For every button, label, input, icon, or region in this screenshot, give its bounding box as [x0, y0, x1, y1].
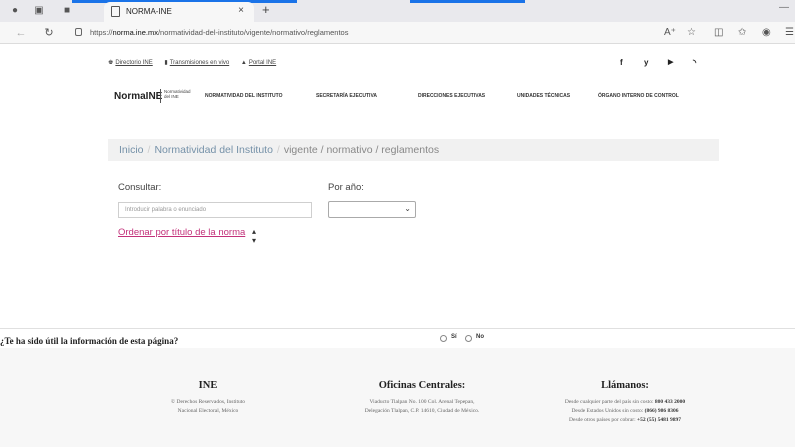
profile-icon[interactable]: ● — [8, 4, 22, 18]
breadcrumb-current: vigente / normativo / reglamentos — [283, 144, 440, 156]
logo-subtitle: Normatividad del INE — [164, 89, 191, 99]
overlay-link-line — [410, 0, 525, 3]
minimize-icon[interactable]: — — [779, 2, 789, 13]
footer-call-text: Desde cualquier parte del país sin costo… — [564, 399, 655, 405]
nav-normatividad-instituto[interactable]: NORMATIVIDAD DEL INSTITUTO — [205, 93, 283, 99]
footer-offices-line: Delegación Tlalpan, C.P. 14610, Ciudad d… — [364, 408, 480, 414]
footer-call-text: Desde otros países por cobrar: — [569, 417, 638, 423]
site-logo[interactable]: NormaINE — [114, 91, 162, 102]
sort-icon[interactable]: ▴ ▾ — [252, 227, 256, 245]
tab-close-button[interactable]: × — [238, 5, 244, 16]
url-path: /normatividad-del-instituto/vigente/norm… — [157, 28, 349, 37]
feedback-bar: ¿Te ha sido útil la información de esta … — [0, 328, 795, 348]
search-input[interactable]: Introducir palabra o enunciado — [118, 202, 312, 218]
phone-number[interactable]: 800 433 2000 — [655, 399, 685, 405]
directorio-link[interactable]: Directorio INE — [115, 60, 152, 66]
url-prefix: https:// — [90, 28, 113, 37]
year-select[interactable]: ⌄ — [328, 201, 416, 218]
footer-offices-title: Oficinas Centrales: — [378, 380, 466, 391]
url-host: norma.ine.mx — [112, 28, 158, 37]
year-label: Por año: — [328, 182, 364, 193]
collections-icon[interactable]: ◉ — [762, 27, 771, 39]
copilot-icon[interactable]: ☰ — [785, 27, 794, 39]
footer-call-text: Desde Estados Unidos sin costo: — [571, 408, 645, 414]
youtube-icon[interactable]: ▶ — [668, 58, 673, 66]
live-stream-icon: ▮ — [164, 60, 168, 66]
browser-toolbar: ← ↻ https://norma.ine.mx/normatividad-de… — [0, 22, 795, 44]
footer-offices-line: Viaducto Tlalpan No. 100 Col. Arenal Tep… — [369, 399, 475, 405]
new-tab-button[interactable]: + — [262, 2, 270, 17]
read-aloud-icon[interactable]: A⁺ — [664, 27, 676, 39]
phone-number[interactable]: (866) 986 8306 — [645, 408, 679, 414]
browser-tab[interactable]: NORMA-INE × — [104, 2, 254, 22]
feedback-no-radio[interactable] — [465, 335, 472, 342]
breadcrumb-home[interactable]: Inicio — [119, 144, 144, 156]
favorites-icon[interactable]: ✩ — [738, 27, 746, 39]
browser-tab-bar: ● ▣ ■ NORMA-INE × + — — [0, 0, 795, 22]
footer-call-line: Desde otros países por cobrar: +52 (55) … — [510, 416, 740, 425]
nav-direcciones-ejecutivas[interactable]: DIRECCIONES EJECUTIVAS — [418, 93, 485, 99]
utility-links: ♚ Directorio INE ▮ Transmisiones en vivo ▲… — [108, 59, 286, 66]
footer-ine: INE © Derechos Reservados, Instituto Nac… — [93, 380, 323, 416]
twitter-icon[interactable]: y — [644, 58, 648, 67]
portal-link[interactable]: Portal INE — [249, 60, 276, 66]
tab-title: NORMA-INE — [126, 7, 172, 16]
footer-call-title: Llámanos: — [601, 380, 649, 391]
favorite-icon[interactable]: ☆ — [687, 27, 696, 39]
feedback-yes-radio[interactable] — [440, 335, 447, 342]
footer-ine-title: INE — [198, 380, 218, 391]
address-bar[interactable]: https://norma.ine.mx/normatividad-del-in… — [90, 28, 348, 37]
refresh-icon[interactable]: ↻ — [42, 26, 56, 40]
breadcrumb-separator: / — [147, 144, 151, 156]
footer-call: Llámanos: Desde cualquier parte del país… — [510, 380, 740, 425]
feedback-no-label: No — [476, 334, 484, 340]
document-icon — [111, 6, 120, 17]
back-icon[interactable]: ← — [14, 26, 28, 40]
footer-call-line: Desde Estados Unidos sin costo: (866) 98… — [510, 407, 740, 416]
lock-icon[interactable] — [75, 28, 82, 36]
split-screen-icon[interactable]: ◫ — [714, 27, 723, 39]
footer-call-line: Desde cualquier parte del país sin costo… — [510, 398, 740, 407]
logo-divider — [160, 89, 161, 103]
directory-icon: ♚ — [108, 60, 114, 66]
portal-icon: ▲ — [240, 60, 247, 66]
nav-organo-interno[interactable]: ÓRGANO INTERNO DE CONTROL — [598, 93, 679, 99]
feedback-question: ¿Te ha sido útil la información de esta … — [0, 336, 179, 346]
breadcrumb-section[interactable]: Normatividad del Instituto — [154, 144, 272, 156]
workspaces-icon[interactable]: ▣ — [32, 4, 46, 18]
query-label: Consultar: — [118, 182, 162, 193]
transmisiones-link[interactable]: Transmisiones en vivo — [170, 60, 229, 66]
nav-unidades-tecnicas[interactable]: UNIDADES TÉCNICAS — [517, 93, 570, 99]
footer-offices: Oficinas Centrales: Viaducto Tlalpan No.… — [307, 380, 537, 416]
rss-icon[interactable]: ◝ — [693, 58, 696, 67]
nav-secretaria-ejecutiva[interactable]: SECRETARÍA EJECUTIVA — [316, 93, 377, 99]
breadcrumb: Inicio / Normatividad del Instituto / vigent… — [108, 139, 719, 161]
footer-ine-line: Nacional Electoral, México — [177, 408, 239, 414]
site-footer: INE © Derechos Reservados, Instituto Nac… — [0, 348, 795, 447]
chevron-down-icon: ⌄ — [404, 204, 411, 213]
breadcrumb-separator: / — [276, 144, 280, 156]
facebook-icon[interactable]: f — [620, 58, 623, 67]
sort-by-title-link[interactable]: Ordenar por título de la norma — [118, 227, 245, 238]
tab-actions-icon[interactable]: ■ — [60, 4, 74, 18]
phone-number[interactable]: +52 (55) 5481 9897 — [637, 417, 681, 423]
feedback-yes-label: Sí — [451, 334, 457, 340]
footer-ine-line: © Derechos Reservados, Instituto — [170, 399, 246, 405]
